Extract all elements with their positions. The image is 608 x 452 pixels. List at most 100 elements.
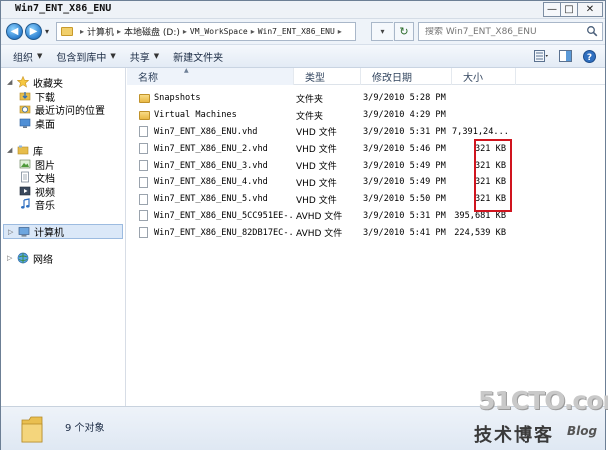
computer-icon: [18, 226, 30, 238]
folder-icon: [139, 93, 150, 103]
nav-desktop-label: 桌面: [35, 119, 55, 131]
refresh-button[interactable]: ↻: [394, 22, 414, 41]
preview-pane-icon: [558, 50, 572, 62]
chevron-right-icon[interactable]: ▸: [183, 27, 187, 36]
nav-documents[interactable]: 文档: [19, 170, 55, 185]
breadcrumb-current-folder[interactable]: Win7_ENT_X86_ENU: [258, 27, 335, 36]
nav-libraries[interactable]: ◢ 库: [7, 143, 43, 158]
expand-arrow-icon[interactable]: ▷: [7, 254, 16, 262]
chevron-right-icon[interactable]: ▸: [251, 27, 255, 36]
file-type: VHD 文件: [296, 145, 337, 156]
chevron-right-icon[interactable]: ▸: [338, 27, 342, 36]
expand-arrow-icon[interactable]: ◢: [7, 146, 16, 154]
file-type: 文件夹: [296, 111, 324, 122]
nav-recent-places[interactable]: 最近访问的位置: [19, 102, 105, 117]
table-row[interactable]: Snapshots 文件夹 3/9/2010 5:28 PM: [127, 90, 605, 107]
chevron-right-icon[interactable]: ▸: [80, 27, 84, 36]
recent-places-icon: [19, 103, 31, 115]
table-row[interactable]: Win7_ENT_X86_ENU_5CC951EE-... AVHD 文件 3/…: [127, 208, 605, 225]
view-list-icon: [534, 50, 548, 62]
file-icon: [139, 143, 148, 155]
column-type[interactable]: 类型: [294, 68, 361, 85]
file-date: 3/9/2010 5:50 PM: [363, 194, 446, 205]
chevron-down-icon: ▼: [37, 52, 43, 60]
file-type: VHD 文件: [296, 162, 337, 173]
table-row[interactable]: Win7_ENT_X86_ENU_82DB17EC-... AVHD 文件 3/…: [127, 224, 605, 241]
table-row[interactable]: Win7_ENT_X86_ENU_4.vhd VHD 文件 3/9/2010 5…: [127, 174, 605, 191]
file-date: 3/9/2010 5:49 PM: [363, 160, 446, 171]
nav-desktop[interactable]: 桌面: [19, 116, 55, 131]
file-date: 3/9/2010 5:31 PM: [363, 126, 446, 137]
pictures-icon: [19, 158, 31, 170]
folder-icon: [139, 110, 150, 120]
organize-label: 组织: [13, 52, 33, 64]
nav-computer[interactable]: ▷ 计算机: [3, 224, 123, 239]
navigation-pane: ◢ 收藏夹 下载 最近访问的位置 桌面 ◢ 库 图片 文档 视频 音乐 ▷ 计算…: [1, 68, 126, 406]
organize-button[interactable]: 组织 ▼: [13, 49, 42, 64]
search-box[interactable]: [418, 22, 603, 41]
table-row[interactable]: Win7_ENT_X86_ENU_5.vhd VHD 文件 3/9/2010 5…: [127, 191, 605, 208]
recent-pages-dropdown-icon[interactable]: ▾: [45, 27, 49, 36]
table-row[interactable]: Virtual Machines 文件夹 3/9/2010 4:29 PM: [127, 107, 605, 124]
file-name: Win7_ENT_X86_ENU_3.vhd: [154, 160, 268, 171]
downloads-folder-icon: [19, 90, 31, 102]
table-row[interactable]: Win7_ENT_X86_ENU.vhd VHD 文件 3/9/2010 5:3…: [127, 124, 605, 141]
file-name: Win7_ENT_X86_ENU.vhd: [154, 126, 258, 137]
column-name-label: 名称: [138, 73, 158, 84]
forward-button[interactable]: ▶: [25, 23, 42, 40]
network-icon: [17, 252, 29, 264]
help-icon: ?: [582, 49, 596, 63]
minimize-button[interactable]: —: [543, 2, 561, 17]
file-size: 395,681 KB: [454, 210, 506, 221]
nav-music[interactable]: 音乐: [19, 197, 55, 212]
table-row[interactable]: Win7_ENT_X86_ENU_2.vhd VHD 文件 3/9/2010 5…: [127, 140, 605, 157]
file-type: AVHD 文件: [296, 229, 343, 240]
breadcrumb-vm-workspace[interactable]: VM_WorkSpace: [190, 27, 248, 36]
chevron-down-icon: ▼: [110, 52, 116, 60]
breadcrumb-local-disk[interactable]: 本地磁盘 (D:): [124, 25, 180, 38]
file-type: 文件夹: [296, 94, 324, 105]
nav-computer-label: 计算机: [34, 228, 64, 239]
breadcrumb-computer[interactable]: 计算机: [87, 25, 114, 38]
nav-favorites[interactable]: ◢ 收藏夹: [7, 75, 63, 90]
address-row: ◀ ▶ ▾ ▸ 计算机 ▸ 本地磁盘 (D:) ▸ VM_WorkSpace ▸…: [1, 19, 605, 44]
address-bar[interactable]: ▸ 计算机 ▸ 本地磁盘 (D:) ▸ VM_WorkSpace ▸ Win7_…: [56, 22, 356, 41]
expand-arrow-icon[interactable]: ◢: [7, 78, 16, 86]
window-controls: — □ ✕: [543, 2, 603, 17]
search-icon[interactable]: [586, 25, 598, 37]
file-rows: Snapshots 文件夹 3/9/2010 5:28 PM Virtual M…: [127, 90, 605, 241]
include-in-library-button[interactable]: 包含到库中 ▼: [56, 49, 115, 64]
nav-documents-label: 文档: [35, 173, 55, 185]
new-folder-button[interactable]: 新建文件夹: [173, 49, 223, 64]
watermark-site: 51CTO.com: [478, 386, 608, 415]
column-size[interactable]: 大小: [452, 68, 516, 85]
view-options-button[interactable]: [533, 48, 549, 64]
file-name: Win7_ENT_X86_ENU_5CC951EE-...: [154, 210, 294, 221]
expand-arrow-icon[interactable]: ▷: [8, 228, 17, 236]
file-size: 7,391,24...: [452, 126, 508, 137]
file-type: VHD 文件: [296, 178, 337, 189]
chevron-right-icon[interactable]: ▸: [117, 27, 121, 36]
music-icon: [19, 198, 31, 210]
maximize-button[interactable]: □: [560, 2, 578, 17]
help-button[interactable]: ?: [581, 48, 597, 64]
command-bar: 组织 ▼ 包含到库中 ▼ 共享 ▼ 新建文件夹 ?: [1, 44, 605, 68]
file-type: VHD 文件: [296, 195, 337, 206]
explorer-window: Win7_ENT_X86_ENU — □ ✕ ◀ ▶ ▾ ▸ 计算机 ▸ 本地磁…: [0, 0, 606, 450]
back-button[interactable]: ◀: [6, 23, 23, 40]
star-icon: [17, 76, 29, 88]
share-button[interactable]: 共享 ▼: [130, 49, 159, 64]
title-bar[interactable]: Win7_ENT_X86_ENU — □ ✕: [1, 1, 605, 19]
nav-network[interactable]: ▷ 网络: [7, 251, 53, 266]
column-date-modified[interactable]: 修改日期: [361, 68, 452, 85]
file-name: Win7_ENT_X86_ENU_2.vhd: [154, 143, 268, 154]
folder-icon: [61, 27, 73, 36]
search-input[interactable]: [425, 26, 575, 37]
desktop-icon: [19, 117, 31, 129]
column-name[interactable]: ▲ 名称: [127, 67, 294, 85]
table-row[interactable]: Win7_ENT_X86_ENU_3.vhd VHD 文件 3/9/2010 5…: [127, 157, 605, 174]
close-button[interactable]: ✕: [577, 2, 603, 17]
file-name: Virtual Machines: [154, 110, 237, 121]
address-history-dropdown[interactable]: ▾: [371, 22, 393, 41]
preview-pane-button[interactable]: [557, 48, 573, 64]
